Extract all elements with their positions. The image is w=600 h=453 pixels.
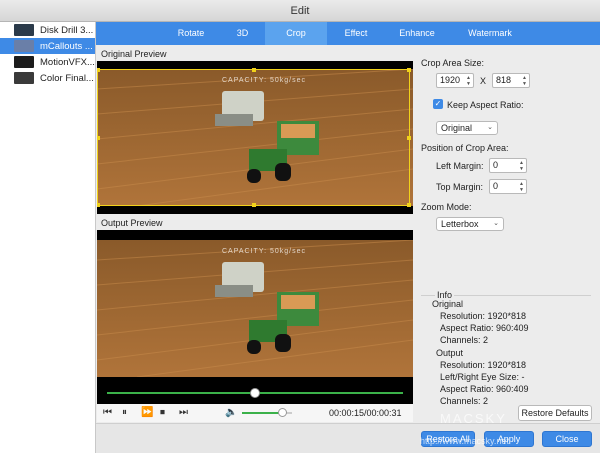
top-margin-input[interactable]: 0 ▲ ▼ (489, 179, 527, 194)
crop-area-size-label: Crop Area Size: (421, 58, 485, 68)
file-thumbnail (14, 72, 34, 84)
tab-effect[interactable]: Effect (327, 22, 385, 45)
aspect-ratio-select[interactable]: Original ⌄ (436, 121, 498, 135)
video-frame-output: CAPACITY: 50kg/sec (97, 240, 413, 377)
file-list: Disk Drill 3... mCallouts ... MotionVFX.… (0, 22, 96, 453)
original-preview-label: Original Preview (101, 49, 167, 59)
stop-icon[interactable]: ⏹ (160, 407, 165, 418)
position-of-crop-area-label: Position of Crop Area: (421, 143, 509, 153)
file-item-motionvfx[interactable]: MotionVFX... (0, 54, 95, 70)
crop-handle-bottom[interactable] (252, 203, 256, 207)
crop-handle-bottom-right[interactable] (407, 203, 411, 207)
keep-aspect-label: Keep Aspect Ratio: (447, 100, 524, 110)
file-thumbnail (14, 40, 34, 52)
crop-handle-bottom-left[interactable] (97, 203, 100, 207)
output-preview: CAPACITY: 50kg/sec (97, 230, 413, 404)
playback-time: 00:00:15/00:00:31 (329, 408, 402, 418)
capacity-overlay-text: CAPACITY: 50kg/sec (222, 248, 307, 255)
tab-3d[interactable]: 3D (220, 22, 265, 45)
output-preview-label: Output Preview (101, 218, 163, 228)
playback-controls: ⏮ ⏸ ⏩ ⏹ ⏭ 🔈 00:00:15/00:00:31 (97, 404, 413, 422)
zoom-mode-label: Zoom Mode: (421, 202, 472, 212)
aspect-ratio-value: Original (441, 123, 473, 133)
progress-knob[interactable] (250, 388, 260, 398)
tab-watermark[interactable]: Watermark (449, 22, 531, 45)
watermark-url: http://www.macsky.net (420, 436, 509, 446)
chevron-down-icon: ⌄ (487, 124, 493, 131)
chevron-down-icon: ⌄ (493, 220, 499, 227)
file-thumbnail (14, 24, 34, 36)
original-preview: CAPACITY: 50kg/sec (97, 61, 413, 214)
stepper-arrows-icon[interactable]: ▲ ▼ (518, 181, 525, 193)
info-output-heading: Output (436, 348, 464, 358)
file-item-disk-drill[interactable]: Disk Drill 3... (0, 22, 95, 38)
stepper-arrows-icon[interactable]: ▲ ▼ (518, 160, 525, 172)
fast-forward-icon[interactable]: ⏩ (141, 407, 153, 418)
tab-rotate[interactable]: Rotate (162, 22, 220, 45)
info-original-resolution: Resolution: 1920*818 (440, 311, 527, 321)
tab-enhance[interactable]: Enhance (385, 22, 449, 45)
left-margin-input[interactable]: 0 ▲ ▼ (489, 158, 527, 173)
info-original-heading: Original (432, 299, 464, 309)
file-name: MotionVFX... (40, 56, 95, 68)
info-output-resolution: Resolution: 1920*818 (440, 360, 527, 370)
file-name: mCallouts ... (40, 40, 93, 52)
crop-handle-top-left[interactable] (97, 68, 100, 72)
crop-handle-left[interactable] (97, 136, 100, 140)
zoom-mode-value: Letterbox (441, 219, 479, 229)
file-name: Disk Drill 3... (40, 24, 94, 36)
top-margin-value: 0 (493, 181, 499, 191)
watermark-text: MACSKY (440, 411, 507, 426)
file-item-mcallouts[interactable]: mCallouts ... (0, 38, 95, 54)
crop-handle-top-right[interactable] (407, 68, 411, 72)
file-item-color-finale[interactable]: Color Final... (0, 70, 95, 86)
skip-back-icon[interactable]: ⏮ (103, 407, 112, 418)
crop-width-input[interactable]: 1920 ▲ ▼ (436, 73, 474, 88)
keep-aspect-checkbox[interactable]: ✓ (433, 99, 443, 109)
info-output-eye-size: Left/Right Eye Size: - (440, 372, 525, 382)
stepper-arrows-icon[interactable]: ▲ ▼ (521, 75, 528, 87)
crop-height-input[interactable]: 818 ▲ ▼ (492, 73, 530, 88)
crop-width-value: 1920 (440, 75, 461, 85)
top-margin-label: Top Margin: (436, 182, 484, 192)
stepper-arrows-icon[interactable]: ▲ ▼ (465, 75, 472, 87)
file-name: Color Final... (40, 72, 94, 84)
field-scene (97, 240, 413, 377)
crop-size-x-label: X (480, 76, 487, 86)
restore-defaults-button[interactable]: Restore Defaults (518, 405, 592, 421)
info-original-aspect: Aspect Ratio: 960:409 (440, 323, 529, 333)
crop-area-box[interactable] (97, 68, 411, 207)
crop-height-value: 818 (496, 75, 512, 85)
left-margin-value: 0 (493, 160, 499, 170)
skip-forward-icon[interactable]: ⏭ (179, 407, 188, 418)
tab-crop[interactable]: Crop (265, 22, 327, 45)
crop-handle-top[interactable] (252, 68, 256, 72)
edit-tabs: Rotate 3D Crop Effect Enhance Watermark (96, 22, 600, 45)
left-margin-label: Left Margin: (436, 161, 484, 171)
crop-handle-right[interactable] (407, 136, 411, 140)
window-title: Edit (0, 0, 600, 22)
info-output-channels: Channels: 2 (440, 396, 489, 406)
zoom-mode-select[interactable]: Letterbox ⌄ (436, 217, 504, 231)
volume-fill (242, 412, 282, 414)
info-output-aspect: Aspect Ratio: 960:409 (440, 384, 529, 394)
volume-icon[interactable]: 🔈 (225, 407, 237, 418)
volume-knob[interactable] (278, 408, 287, 417)
pause-icon[interactable]: ⏸ (122, 407, 127, 418)
edit-window: Edit Disk Drill 3... mCallouts ... Motio… (0, 0, 600, 453)
info-original-channels: Channels: 2 (440, 335, 489, 345)
close-button[interactable]: Close (542, 431, 592, 447)
file-thumbnail (14, 56, 34, 68)
